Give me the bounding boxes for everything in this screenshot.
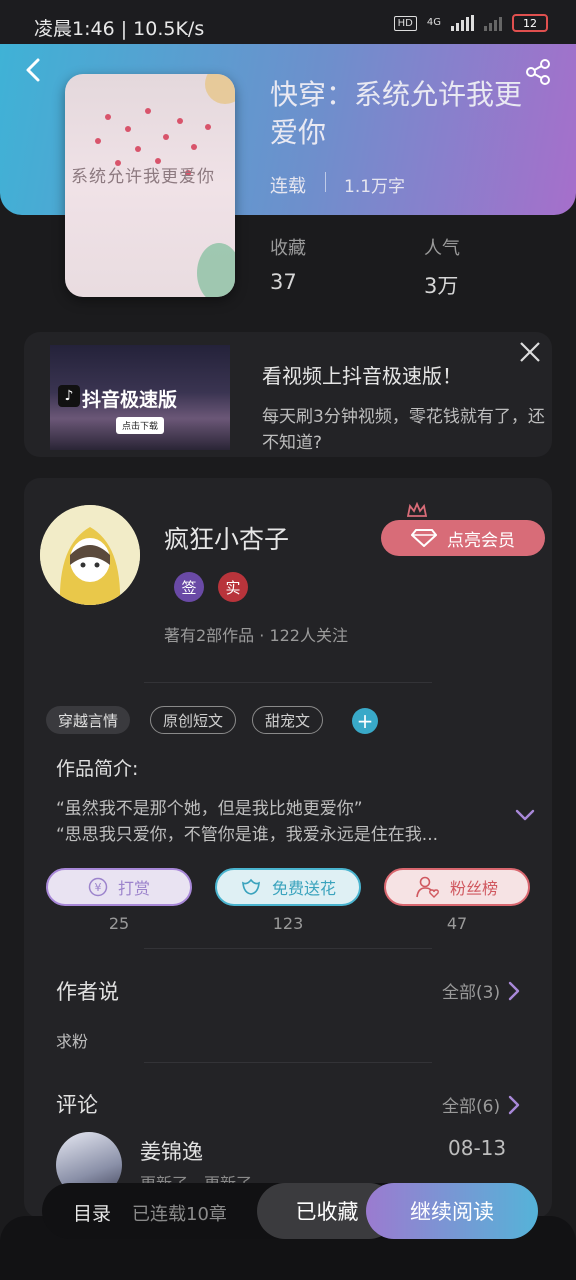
fan-count: 47 <box>446 914 468 933</box>
book-status: 连载 <box>270 176 306 197</box>
diamond-icon <box>411 529 437 547</box>
avatar-illustration <box>40 505 140 605</box>
status-indicators: HD 4G 12 <box>393 14 548 32</box>
chevron-right-icon <box>508 981 520 1000</box>
reward-count: 25 <box>108 914 130 933</box>
comments-title: 评论 <box>56 1093 98 1117</box>
vip-label: 点亮会员 <box>447 530 515 551</box>
status-bar: 凌晨1:46 | 10.5K/s HD 4G 12 <box>0 0 576 50</box>
signal-secondary-icon <box>484 15 502 31</box>
favorites-label: 收藏 <box>270 238 306 259</box>
toc-button[interactable]: 目录 <box>73 1199 111 1226</box>
author-says-more[interactable]: 全部(3) <box>442 978 520 1003</box>
flower-count: 123 <box>272 914 304 933</box>
author-says-more-label: 全部(3) <box>442 983 501 1003</box>
signed-badge: 签 <box>174 572 204 602</box>
back-icon[interactable] <box>20 56 48 84</box>
yen-icon: ¥ <box>88 877 108 897</box>
intro-label: 作品简介: <box>56 758 139 780</box>
send-flower-label: 免费送花 <box>271 879 336 898</box>
battery-icon: 12 <box>512 14 548 32</box>
ad-title: 看视频上抖音极速版！ <box>262 364 462 388</box>
tag-item[interactable]: 原创短文 <box>150 706 237 734</box>
divider <box>325 172 326 192</box>
flower-icon <box>242 878 260 895</box>
popularity-label: 人气 <box>424 238 460 259</box>
user-heart-icon <box>416 876 439 898</box>
ad-image[interactable]: ♪ 抖音极速版 点击下载 <box>50 345 230 450</box>
comments-more-label: 全部(6) <box>442 1097 501 1117</box>
verified-badge: 实 <box>218 572 248 602</box>
author-says-content: 求粉 <box>56 1032 89 1051</box>
author-name[interactable]: 疯狂小杏子 <box>164 520 289 556</box>
chevron-right-icon <box>508 1095 520 1114</box>
chapter-count: 已连载10章 <box>132 1204 227 1225</box>
close-icon[interactable] <box>518 340 542 364</box>
svg-text:¥: ¥ <box>94 881 101 894</box>
signal-icon <box>451 15 474 31</box>
author-meta: 著有2部作品 · 122人关注 <box>164 626 348 645</box>
continue-reading-button[interactable]: 继续阅读 <box>366 1183 538 1239</box>
tiktok-icon: ♪ <box>58 385 80 407</box>
network-label: 4G <box>426 17 441 28</box>
favorites-value: 37 <box>270 270 297 294</box>
author-says-title: 作者说 <box>56 980 119 1004</box>
tag-item[interactable]: 穿越言情 <box>46 706 131 734</box>
author-avatar[interactable] <box>40 505 140 605</box>
reward-label: 打赏 <box>117 879 150 898</box>
intro-line: “虽然我不是那个她，但是我比她更爱你” <box>56 799 363 819</box>
fan-ranking-label: 粉丝榜 <box>449 879 498 898</box>
divider <box>144 1062 432 1063</box>
add-tag-button[interactable]: + <box>352 708 378 734</box>
reward-button[interactable]: ¥ 打赏 <box>46 868 192 906</box>
divider <box>144 948 432 949</box>
chevron-down-icon[interactable] <box>514 806 536 824</box>
vip-button[interactable]: 点亮会员 <box>381 520 545 556</box>
crown-icon <box>407 502 427 517</box>
send-flower-button[interactable]: 免费送花 <box>215 868 361 906</box>
book-title: 快穿：系统允许我更爱你 <box>270 78 523 149</box>
ad-description: 每天刷3分钟视频，零花钱就有了，还不知道? <box>262 407 545 453</box>
commenter-name: 姜锦逸 <box>140 1140 203 1164</box>
tag-item[interactable]: 甜宠文 <box>252 706 324 734</box>
fan-ranking-button[interactable]: 粉丝榜 <box>384 868 530 906</box>
status-time: 凌晨1:46 | 10.5K/s <box>34 18 205 40</box>
hd-indicator: HD <box>393 15 417 31</box>
comment-date: 08-13 <box>448 1136 507 1160</box>
popularity-value: 3万 <box>424 274 459 298</box>
ad-image-title: 抖音极速版 <box>82 389 178 411</box>
divider <box>144 682 432 683</box>
intro-line: “思思我只爱你，不管你是谁，我爱永远是住在我... <box>56 825 439 845</box>
ad-download-button: 点击下载 <box>116 417 165 434</box>
cover-title: 系统允许我更爱你 <box>71 167 215 187</box>
comments-more[interactable]: 全部(6) <box>442 1092 520 1117</box>
book-cover[interactable]: 系统允许我更爱你 <box>65 74 235 297</box>
word-count: 1.1万字 <box>344 177 406 197</box>
